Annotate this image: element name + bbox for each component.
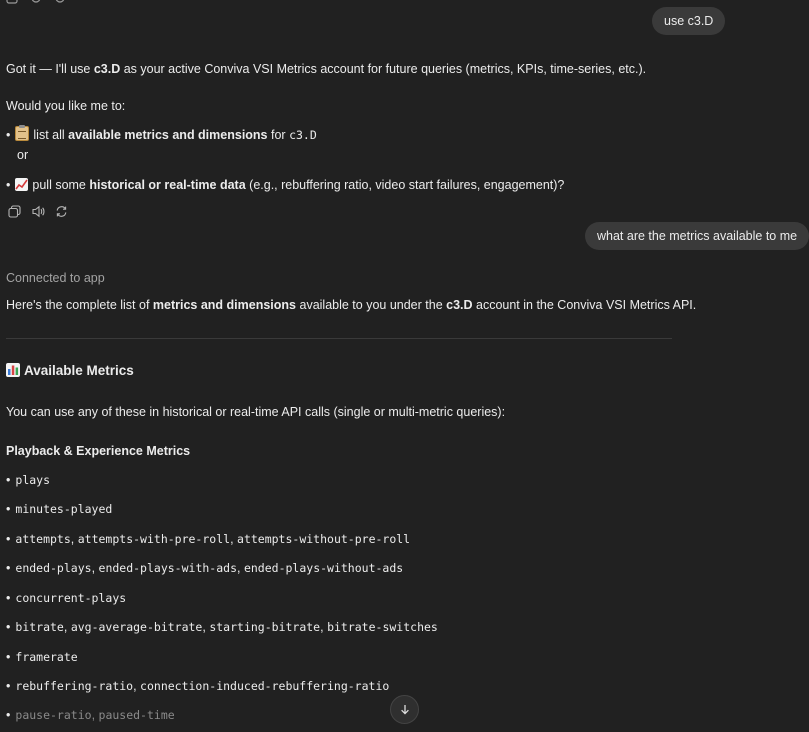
metric-name: ended-plays-without-ads [243, 561, 404, 575]
chat-page: use c3.D Got it — I'll use c3.D as your … [0, 0, 809, 732]
bullet: • [6, 502, 11, 516]
metric-name: rebuffering-ratio [15, 679, 134, 693]
assistant-intro: Here's the complete list of metrics and … [6, 298, 697, 312]
metric-list-item: • concurrent-plays [6, 589, 126, 607]
top-action-icons [6, 0, 66, 4]
copy-icon[interactable] [8, 205, 21, 218]
metric-name: plays [15, 473, 51, 487]
regenerate-icon[interactable] [55, 205, 68, 218]
bar-chart-icon [6, 363, 20, 377]
metric-list-item: • bitrate, avg-average-bitrate, starting-… [6, 620, 438, 634]
metric-list-item: • ended-plays, ended-plays-with-ads, ende… [6, 561, 404, 575]
metric-name: connection-induced-rebuffering-ratio [140, 679, 390, 693]
metric-list-item: • attempts, attempts-with-pre-roll, attem… [6, 532, 411, 546]
section-divider [6, 338, 672, 339]
metric-name: pause-ratio [15, 708, 92, 722]
subsection-heading: Playback & Experience Metrics [6, 444, 191, 458]
bullet: • [6, 473, 11, 487]
metric-name: attempts [15, 532, 71, 546]
section-description: You can use any of these in historical o… [6, 405, 506, 419]
bullet: • [6, 650, 11, 664]
metric-name: attempts-with-pre-roll [77, 532, 231, 546]
assistant-intro: Got it — I'll use c3.D as your active Co… [6, 62, 647, 76]
bullet: • [6, 591, 11, 605]
metric-name: ended-plays [15, 561, 92, 575]
speaker-icon[interactable] [30, 0, 42, 4]
bullet: • [6, 561, 11, 575]
metric-name: avg-average-bitrate [70, 620, 203, 634]
clipboard-icon [15, 125, 30, 141]
bullet: • [6, 178, 11, 192]
metric-name: bitrate [15, 620, 64, 634]
message-actions [8, 205, 68, 218]
metric-list-item: • minutes-played [6, 500, 112, 518]
metric-list-item: • pause-ratio, paused-time [6, 708, 175, 722]
bullet: • [6, 620, 11, 634]
option-pull-data: • pull some historical or real-time data … [6, 178, 565, 192]
bullet: • [6, 532, 11, 546]
user-message-bubble: use c3.D [652, 7, 726, 35]
metric-name: starting-bitrate [209, 620, 321, 634]
scroll-down-button[interactable] [390, 695, 419, 724]
regenerate-icon[interactable] [54, 0, 66, 4]
section-heading: Available Metrics [6, 362, 134, 380]
connected-to-app-label[interactable]: Connected to app [6, 269, 105, 287]
metric-name: minutes-played [15, 502, 113, 516]
assistant-question: Would you like me to: [6, 99, 126, 113]
metric-name: ended-plays-with-ads [98, 561, 237, 575]
arrow-down-icon [400, 705, 409, 715]
metric-name: concurrent-plays [15, 591, 127, 605]
metric-name: framerate [15, 650, 78, 664]
chart-increasing-icon [15, 178, 29, 191]
bullet: • [6, 128, 11, 142]
metric-name: attempts-without-pre-roll [237, 532, 411, 546]
metric-list-item: • framerate [6, 648, 78, 666]
bullet: • [6, 679, 11, 693]
metric-list-item: • plays [6, 471, 50, 489]
copy-icon[interactable] [6, 0, 18, 4]
metric-name: bitrate-switches [327, 620, 438, 634]
or-text: or [17, 148, 29, 162]
speaker-icon[interactable] [31, 205, 45, 218]
option-list-metrics: • list all available metrics and dimensio… [6, 125, 317, 142]
user-message-bubble: what are the metrics available to me [585, 222, 809, 250]
bullet: • [6, 708, 11, 722]
metric-name: paused-time [98, 708, 175, 722]
metric-list-item: • rebuffering-ratio, connection-induced-r… [6, 679, 390, 693]
